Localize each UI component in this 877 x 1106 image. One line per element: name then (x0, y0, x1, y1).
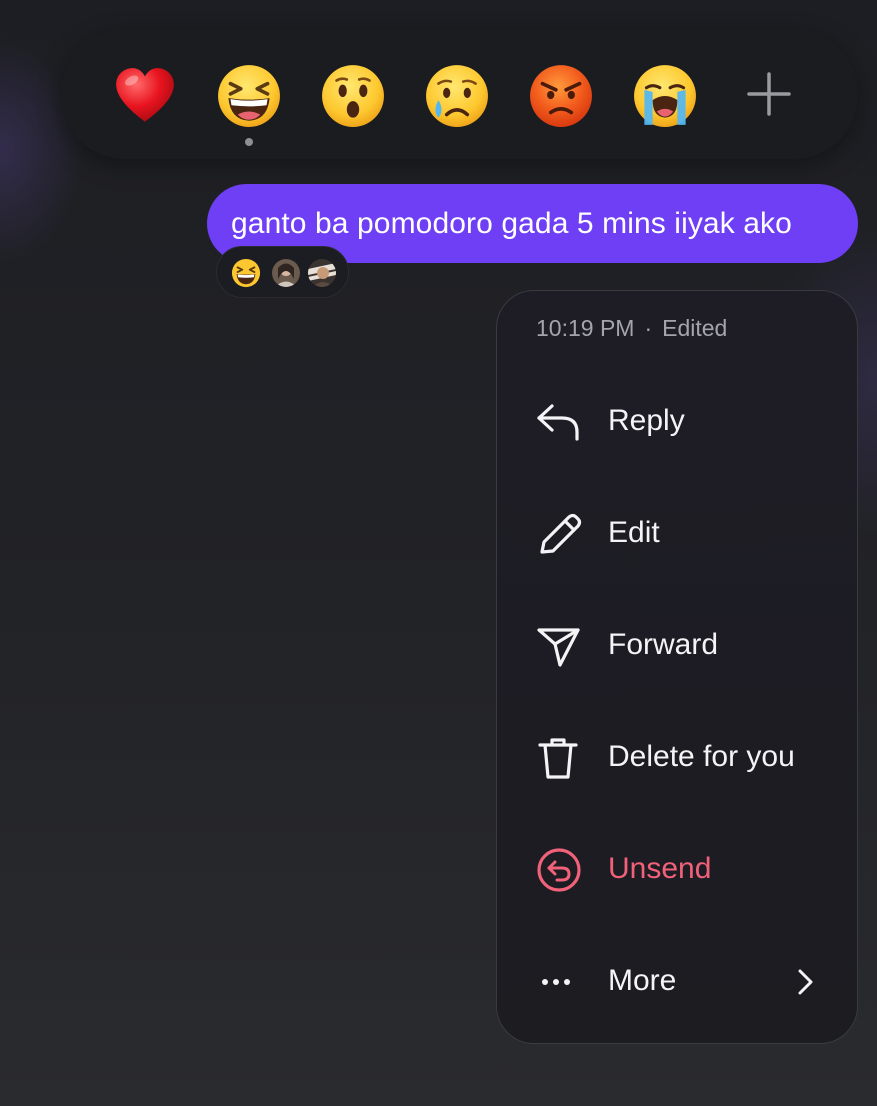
reaction-crying-face[interactable] (421, 60, 493, 132)
reply-arrow-icon (537, 404, 579, 441)
meta-separator: · (644, 315, 653, 341)
unsend-icon (537, 848, 581, 892)
reaction-loudly-crying-face[interactable] (629, 60, 701, 132)
angry-face-icon (530, 65, 592, 127)
reaction-bar (61, 30, 858, 159)
avatar (272, 259, 300, 287)
forward-menu-item[interactable]: Forward (497, 595, 857, 695)
add-reaction-button[interactable] (743, 68, 795, 120)
unsend-label: Unsend (608, 852, 712, 885)
loudly-crying-face-icon (634, 65, 696, 127)
reply-menu-item[interactable]: Reply (497, 371, 857, 471)
selected-reaction-indicator (245, 138, 253, 146)
pencil-icon (540, 513, 582, 554)
message-timestamp: 10:19 PM (536, 315, 635, 341)
reply-label: Reply (608, 404, 685, 437)
unsend-menu-item[interactable]: Unsend (497, 819, 857, 919)
reaction-summary[interactable] (216, 246, 349, 298)
delete-for-you-label: Delete for you (608, 740, 795, 773)
ellipsis-icon (542, 979, 570, 985)
more-label: More (608, 964, 677, 997)
crying-face-icon (426, 65, 488, 127)
trash-icon (538, 738, 578, 779)
reaction-red-heart[interactable] (109, 60, 181, 132)
edit-menu-item[interactable]: Edit (497, 483, 857, 583)
chevron-right-icon (798, 969, 813, 995)
reaction-grinning-squinting-face[interactable] (213, 60, 285, 132)
hushed-face-icon (322, 65, 384, 127)
more-menu-item[interactable]: More (497, 931, 857, 1031)
red-heart-icon (116, 68, 174, 122)
message-context-menu: 10:19 PM · Edited Reply Edit Forward Delet… (496, 290, 858, 1044)
grinning-squinting-face-icon (218, 65, 280, 127)
paper-plane-icon (537, 628, 580, 667)
avatar (308, 259, 336, 287)
plus-icon (747, 72, 791, 116)
forward-label: Forward (608, 628, 719, 661)
edit-label: Edit (608, 516, 660, 549)
message-text: ganto ba pomodoro gada 5 mins iiyak ako (231, 206, 792, 240)
reaction-hushed-face[interactable] (317, 60, 389, 132)
grinning-squinting-face-icon (231, 258, 261, 288)
edited-label: Edited (662, 315, 728, 341)
reaction-angry-face[interactable] (525, 60, 597, 132)
delete-for-you-menu-item[interactable]: Delete for you (497, 707, 857, 807)
message-meta: 10:19 PM · Edited (536, 315, 727, 342)
